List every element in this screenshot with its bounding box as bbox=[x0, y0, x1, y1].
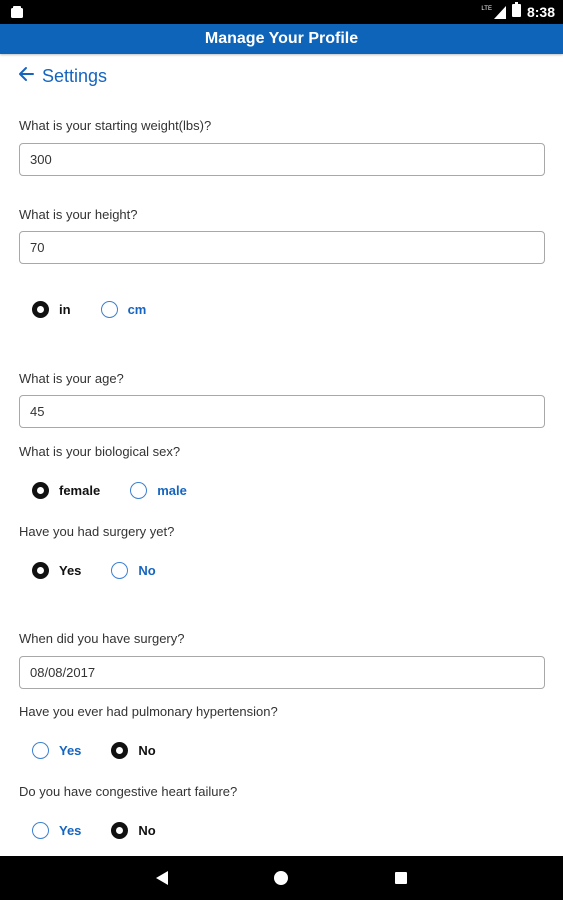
status-icons: LTE 8:38 bbox=[481, 2, 555, 22]
age-input[interactable] bbox=[19, 395, 545, 428]
surgery-date-label: When did you have surgery? bbox=[19, 631, 185, 646]
radio-label: No bbox=[138, 563, 156, 578]
radio-label: Yes bbox=[59, 743, 82, 758]
sex-group: female male bbox=[32, 482, 187, 499]
app-bar-title: Manage Your Profile bbox=[0, 24, 563, 54]
sex-label: What is your biological sex? bbox=[19, 444, 181, 459]
system-nav-bar bbox=[0, 856, 563, 900]
radio-unselected-icon bbox=[130, 482, 148, 499]
height-label: What is your height? bbox=[19, 207, 138, 222]
radio-unselected-icon bbox=[32, 822, 49, 839]
radio-selected-icon bbox=[111, 822, 129, 839]
back-label: Settings bbox=[42, 65, 108, 86]
radio-selected-icon bbox=[32, 482, 49, 499]
height-input[interactable] bbox=[19, 231, 545, 264]
weight-input[interactable] bbox=[19, 143, 545, 176]
radio-female[interactable]: female bbox=[32, 482, 100, 499]
radio-surgery-no[interactable]: No bbox=[111, 562, 156, 579]
radio-label: female bbox=[59, 483, 101, 498]
radio-pulmonary-yes[interactable]: Yes bbox=[32, 742, 81, 759]
radio-label: Yes bbox=[59, 563, 82, 578]
arrow-left-icon bbox=[18, 66, 34, 87]
radio-male[interactable]: male bbox=[130, 482, 187, 499]
square-recents-icon[interactable] bbox=[389, 866, 413, 890]
notification-icon bbox=[10, 5, 24, 19]
weight-label: What is your starting weight(lbs)? bbox=[19, 118, 212, 133]
radio-label: Yes bbox=[59, 823, 82, 838]
radio-label: in bbox=[59, 302, 71, 317]
radio-label: cm bbox=[127, 302, 147, 317]
surgery-label: Have you had surgery yet? bbox=[19, 524, 175, 539]
lte-signal-icon: LTE bbox=[481, 5, 506, 19]
radio-cm[interactable]: cm bbox=[100, 301, 147, 318]
status-bar: LTE 8:38 bbox=[0, 0, 563, 24]
back-to-settings-link[interactable]: Settings bbox=[18, 65, 107, 87]
age-label: What is your age? bbox=[19, 371, 124, 386]
height-unit-group: in cm bbox=[32, 301, 146, 318]
surgery-date-input[interactable] bbox=[19, 656, 545, 689]
radio-chf-no[interactable]: No bbox=[111, 822, 156, 839]
pulmonary-label: Have you ever had pulmonary hypertension… bbox=[19, 704, 278, 719]
circle-home-icon[interactable] bbox=[269, 866, 293, 890]
radio-label: No bbox=[138, 743, 156, 758]
radio-label: No bbox=[138, 823, 156, 838]
pulmonary-group: Yes No bbox=[32, 742, 156, 759]
surgery-group: Yes No bbox=[32, 562, 156, 579]
battery-icon bbox=[511, 2, 521, 22]
radio-label: male bbox=[157, 483, 187, 498]
triangle-back-icon[interactable] bbox=[150, 866, 174, 890]
radio-unselected-icon bbox=[111, 562, 129, 579]
radio-unselected-icon bbox=[32, 742, 49, 759]
radio-in[interactable]: in bbox=[32, 301, 71, 318]
clock: 8:38 bbox=[526, 4, 555, 20]
radio-selected-icon bbox=[111, 742, 129, 759]
radio-selected-icon bbox=[32, 301, 49, 318]
radio-unselected-icon bbox=[100, 301, 118, 318]
radio-surgery-yes[interactable]: Yes bbox=[32, 562, 81, 579]
radio-pulmonary-no[interactable]: No bbox=[111, 742, 156, 759]
radio-selected-icon bbox=[32, 562, 49, 579]
radio-chf-yes[interactable]: Yes bbox=[32, 822, 81, 839]
chf-group: Yes No bbox=[32, 822, 156, 839]
chf-label: Do you have congestive heart failure? bbox=[19, 784, 238, 799]
